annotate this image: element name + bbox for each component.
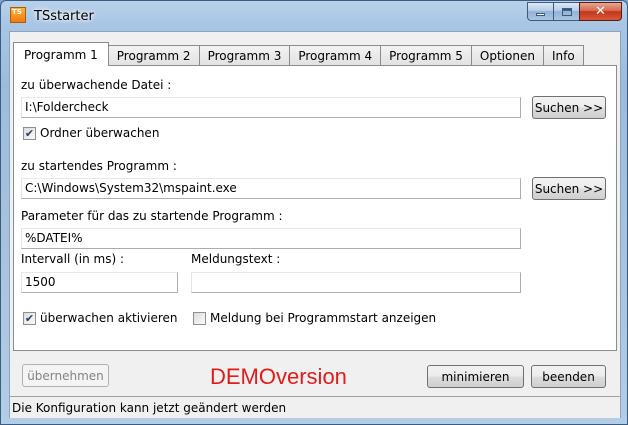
message-label: Meldungstext :: [191, 252, 281, 266]
exit-button[interactable]: beenden: [531, 365, 606, 388]
activate-watch-checkbox[interactable]: ✔ überwachen aktivieren: [23, 311, 178, 325]
tab-strip: Programm 1 Programm 2 Programm 3 Program…: [13, 42, 584, 66]
title-bar[interactable]: TS TSstarter ✕: [1, 1, 627, 31]
message-input[interactable]: [191, 272, 521, 293]
app-window: TS TSstarter ✕ Programm 1 Programm 2 Pro…: [0, 0, 628, 425]
tab-programm-2[interactable]: Programm 2: [107, 45, 200, 66]
caption-buttons: ✕: [527, 2, 622, 21]
app-icon: TS: [10, 7, 26, 23]
file-input[interactable]: I:\Foldercheck: [21, 97, 521, 118]
window-title: TSstarter: [34, 9, 94, 24]
minimize-app-button[interactable]: minimieren: [427, 365, 524, 388]
close-window-button[interactable]: ✕: [579, 2, 622, 21]
apply-button[interactable]: übernehmen: [22, 364, 109, 387]
tab-programm-4[interactable]: Programm 4: [289, 45, 382, 66]
close-icon: ✕: [595, 4, 606, 19]
minimize-window-button[interactable]: [527, 2, 553, 21]
search-program-button[interactable]: Suchen >>: [532, 177, 606, 200]
interval-input[interactable]: 1500: [21, 272, 178, 293]
activate-watch-check-icon: ✔: [23, 311, 36, 325]
params-input[interactable]: %DATEI%: [21, 228, 521, 249]
program-label: zu startendes Programm :: [21, 159, 177, 173]
watch-folder-check-icon: ✔: [23, 126, 36, 140]
status-bar: Die Konfiguration kann jetzt geändert we…: [10, 396, 620, 418]
tab-panel-programm-1: zu überwachende Datei : I:\Foldercheck S…: [13, 65, 617, 351]
tab-info[interactable]: Info: [542, 45, 584, 66]
demo-version-text: DEMOversion: [210, 364, 347, 389]
file-label: zu überwachende Datei :: [21, 78, 172, 92]
interval-label: Intervall (in ms) :: [21, 252, 125, 266]
notify-start-check-icon: [193, 311, 206, 325]
status-text: Die Konfiguration kann jetzt geändert we…: [12, 401, 287, 415]
notify-start-checkbox[interactable]: Meldung bei Programmstart anzeigen: [193, 311, 436, 325]
tab-programm-5[interactable]: Programm 5: [380, 45, 472, 66]
search-file-button[interactable]: Suchen >>: [532, 96, 606, 119]
client-area: Programm 1 Programm 2 Programm 3 Program…: [9, 31, 621, 418]
tab-programm-3[interactable]: Programm 3: [198, 45, 291, 66]
watch-folder-label: Ordner überwachen: [40, 126, 160, 140]
maximize-icon: [561, 7, 572, 16]
minimize-icon: [536, 13, 545, 16]
tab-optionen[interactable]: Optionen: [470, 45, 544, 66]
activate-watch-label: überwachen aktivieren: [40, 311, 178, 325]
maximize-window-button[interactable]: [553, 2, 579, 21]
program-input[interactable]: C:\Windows\System32\mspaint.exe: [21, 178, 521, 199]
params-label: Parameter für das zu startende Programm …: [21, 209, 283, 223]
notify-start-label: Meldung bei Programmstart anzeigen: [210, 311, 437, 325]
watch-folder-checkbox[interactable]: ✔ Ordner überwachen: [23, 126, 159, 140]
tab-programm-1[interactable]: Programm 1: [13, 42, 109, 66]
